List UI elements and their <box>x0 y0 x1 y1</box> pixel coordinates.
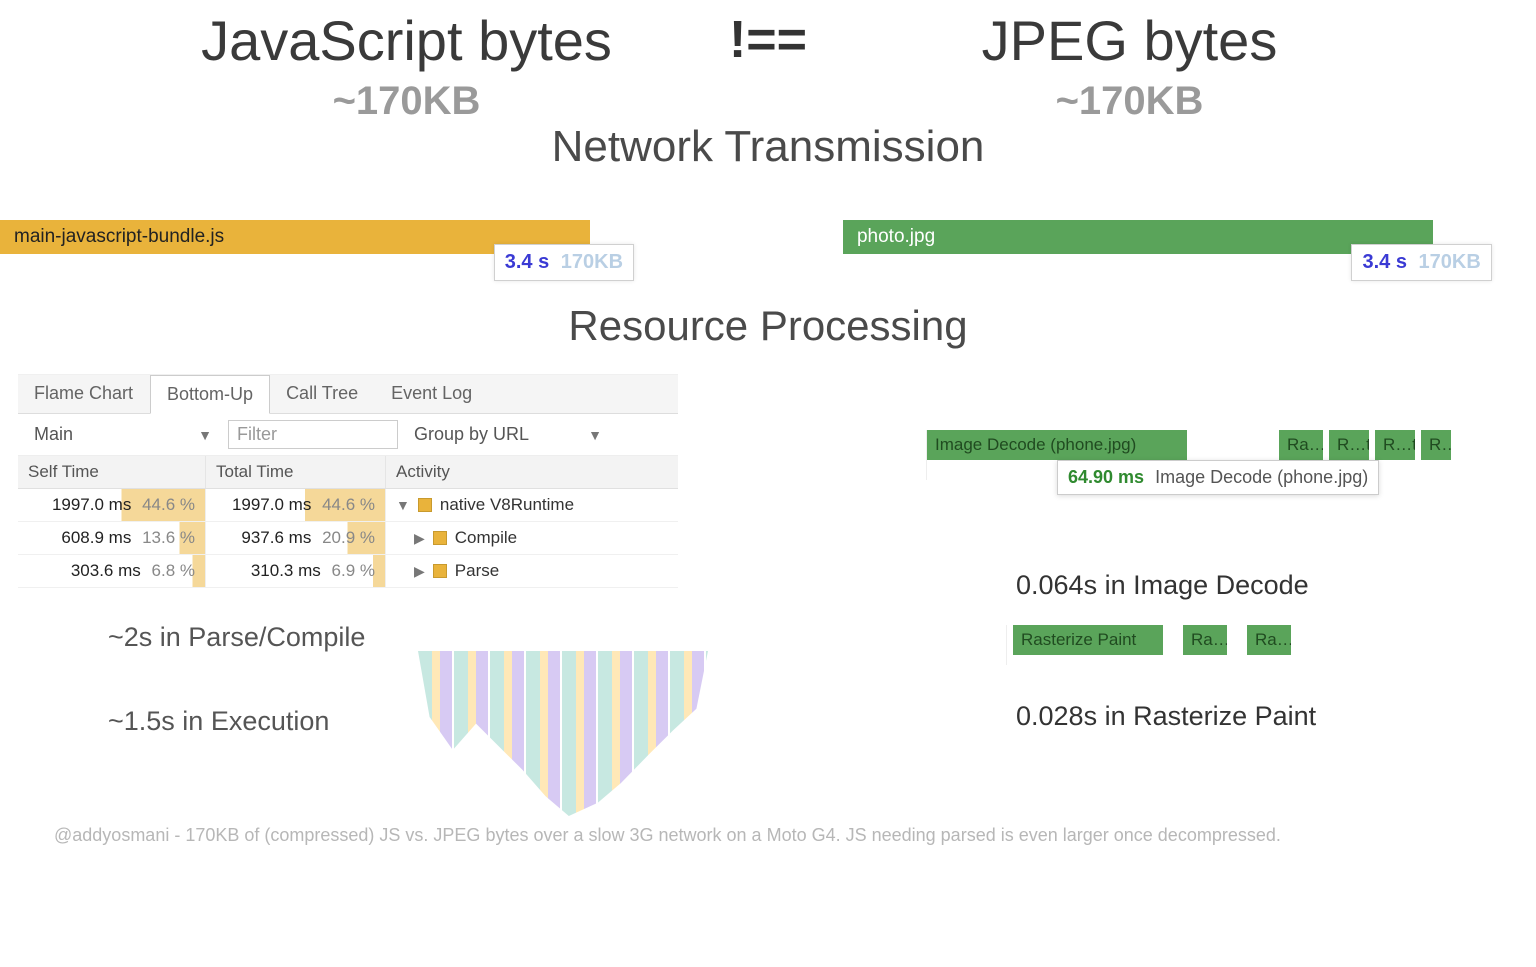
devtools-panel: Flame Chart Bottom-Up Call Tree Event Lo… <box>18 374 678 588</box>
activity-label: Compile <box>455 528 517 548</box>
headline-right: JPEG bytes ~170KB <box>833 0 1426 124</box>
network-js-col: main-javascript-bundle.js 3.4 s 170KB <box>0 220 737 254</box>
tooltip-ms: 64.90 ms <box>1068 467 1144 487</box>
thread-dropdown-label: Main <box>34 424 73 445</box>
js-badge-size: 170KB <box>561 251 623 273</box>
raster-block: Ra…t <box>1183 625 1227 655</box>
headline-left: JavaScript bytes ~170KB <box>110 0 703 124</box>
headline-jpeg-title: JPEG bytes <box>833 8 1426 73</box>
chevron-down-icon: ▼ <box>588 427 602 443</box>
processing-row: Flame Chart Bottom-Up Call Tree Event Lo… <box>0 374 1536 755</box>
jpg-badge-time: 3.4 s <box>1362 251 1406 273</box>
cell-self-time: 1997.0 ms 44.6 % <box>18 489 206 521</box>
cell-total-time: 937.6 ms 20.9 % <box>206 522 386 554</box>
raster-block: R…t <box>1329 430 1369 460</box>
image-decode-timeline: Image Decode (phone.jpg) Ra…t R…t R…t R…… <box>926 430 1536 480</box>
headline-js-size: ~170KB <box>110 79 703 124</box>
summary-image-decode: 0.064s in Image Decode <box>1016 570 1536 601</box>
disclosure-triangle-icon[interactable]: ▶ <box>414 563 425 580</box>
tab-event-log[interactable]: Event Log <box>375 375 489 413</box>
table-row[interactable]: 1997.0 ms 44.6 % 1997.0 ms 44.6 % ▼ nati… <box>18 489 678 522</box>
activity-swatch-icon <box>433 564 447 578</box>
disclosure-triangle-icon[interactable]: ▼ <box>396 497 410 513</box>
devtools-filter-row: Main ▼ Filter Group by URL ▼ <box>18 414 678 456</box>
col-activity[interactable]: Activity <box>386 456 678 488</box>
cell-total-time: 1997.0 ms 44.6 % <box>206 489 386 521</box>
headline-jpeg-size: ~170KB <box>833 79 1426 124</box>
cell-self-time: 608.9 ms 13.6 % <box>18 522 206 554</box>
raster-block: Ra…t <box>1279 430 1323 460</box>
activity-swatch-icon <box>418 498 432 512</box>
group-dropdown[interactable]: Group by URL ▼ <box>408 421 608 448</box>
image-decode-block: Image Decode (phone.jpg) <box>927 430 1187 460</box>
jpg-timing-badge: 3.4 s 170KB <box>1351 244 1491 281</box>
cell-activity: ▶ Compile <box>386 522 678 554</box>
table-header: Self Time Total Time Activity <box>18 456 678 489</box>
section-network-title: Network Transmission <box>0 122 1536 172</box>
jpg-bar: photo.jpg <box>843 220 1433 254</box>
activity-label: Parse <box>455 561 499 581</box>
summary-parse-compile: ~2s in Parse/Compile <box>108 622 678 653</box>
raster-block: R…t <box>1375 430 1415 460</box>
thread-dropdown[interactable]: Main ▼ <box>28 421 218 448</box>
flame-chart-thumbnail <box>418 651 708 816</box>
tab-call-tree[interactable]: Call Tree <box>270 375 375 413</box>
raster-block: Ra…t <box>1247 625 1291 655</box>
filter-input[interactable]: Filter <box>228 420 398 449</box>
decode-tooltip: 64.90 ms Image Decode (phone.jpg) <box>1057 460 1379 495</box>
js-badge-time: 3.4 s <box>505 251 549 273</box>
network-jpg-col: photo.jpg 3.4 s 170KB <box>799 220 1536 254</box>
table-row[interactable]: 608.9 ms 13.6 % 937.6 ms 20.9 % ▶ Compil… <box>18 522 678 555</box>
tooltip-label: Image Decode (phone.jpg) <box>1155 467 1368 487</box>
activity-swatch-icon <box>433 531 447 545</box>
section-processing-title: Resource Processing <box>0 302 1536 350</box>
activity-label: native V8Runtime <box>440 495 574 515</box>
js-timing-badge: 3.4 s 170KB <box>494 244 634 281</box>
cell-total-time: 310.3 ms 6.9 % <box>206 555 386 587</box>
devtools-tabs: Flame Chart Bottom-Up Call Tree Event Lo… <box>18 375 678 414</box>
processing-right-col: Image Decode (phone.jpg) Ra…t R…t R…t R…… <box>896 374 1536 755</box>
rasterize-paint-block: Rasterize Paint <box>1013 625 1163 655</box>
raster-block: R… <box>1421 430 1451 460</box>
tab-flame-chart[interactable]: Flame Chart <box>18 375 150 413</box>
tab-bottom-up[interactable]: Bottom-Up <box>150 375 270 414</box>
summary-rasterize-paint: 0.028s in Rasterize Paint <box>1016 701 1536 732</box>
cell-self-time: 303.6 ms 6.8 % <box>18 555 206 587</box>
disclosure-triangle-icon[interactable]: ▶ <box>414 530 425 547</box>
rasterize-timeline: Rasterize Paint Ra…t Ra…t <box>1006 625 1536 665</box>
cell-activity: ▼ native V8Runtime <box>386 489 678 521</box>
group-dropdown-label: Group by URL <box>414 424 529 445</box>
table-row[interactable]: 303.6 ms 6.8 % 310.3 ms 6.9 % ▶ Parse <box>18 555 678 588</box>
headline-neq: !== <box>703 10 833 70</box>
headline-js-title: JavaScript bytes <box>110 8 703 73</box>
network-row: main-javascript-bundle.js 3.4 s 170KB ph… <box>0 190 1536 264</box>
processing-left-col: Flame Chart Bottom-Up Call Tree Event Lo… <box>18 374 678 755</box>
footnote: @addyosmani - 170KB of (compressed) JS v… <box>54 825 1536 846</box>
jpg-badge-size: 170KB <box>1419 251 1481 273</box>
col-self-time[interactable]: Self Time <box>18 456 206 488</box>
chevron-down-icon: ▼ <box>198 427 212 443</box>
col-total-time[interactable]: Total Time <box>206 456 386 488</box>
headline-row: JavaScript bytes ~170KB !== JPEG bytes ~… <box>0 0 1536 124</box>
slide: JavaScript bytes ~170KB !== JPEG bytes ~… <box>0 0 1536 967</box>
cell-activity: ▶ Parse <box>386 555 678 587</box>
